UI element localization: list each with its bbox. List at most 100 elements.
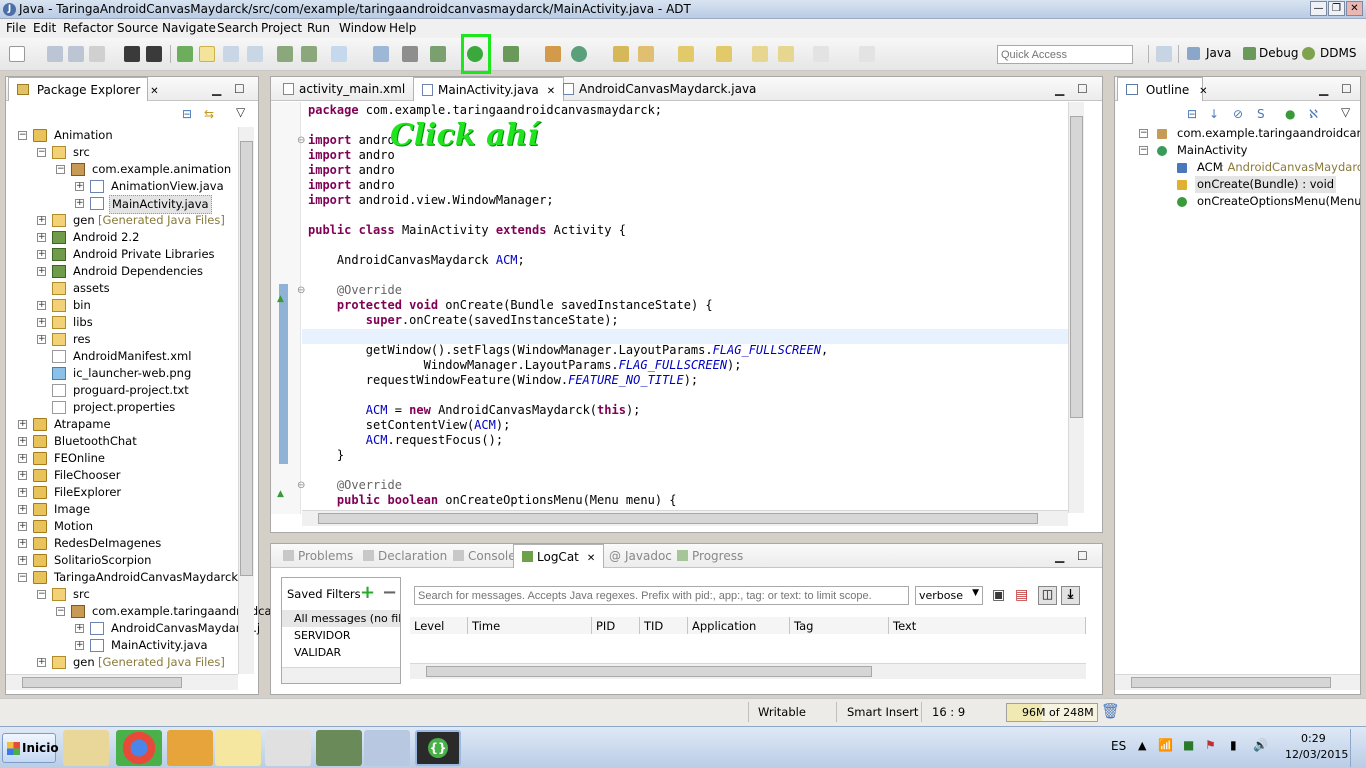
- pin-icon[interactable]: [402, 46, 418, 62]
- tab-progress[interactable]: Progress: [669, 544, 751, 568]
- open-type-icon[interactable]: [613, 46, 629, 62]
- tab-problems[interactable]: Problems: [275, 544, 361, 568]
- save-all-icon[interactable]: [68, 46, 84, 62]
- tree-item[interactable]: project.properties: [37, 399, 226, 416]
- column-text[interactable]: Text: [889, 617, 1086, 634]
- scroll-thumb[interactable]: [240, 141, 253, 576]
- collapse-icon[interactable]: −: [56, 607, 65, 616]
- close-button[interactable]: ✕: [1346, 1, 1363, 16]
- menu-project[interactable]: Project: [261, 21, 302, 35]
- tree-item[interactable]: − com.example.animation: [56, 161, 231, 178]
- tree-item[interactable]: − src: [37, 144, 226, 161]
- scroll-thumb[interactable]: [318, 513, 1038, 524]
- quick-access-input[interactable]: [997, 45, 1133, 64]
- layout-icon[interactable]: [247, 46, 263, 62]
- pin-editor-icon[interactable]: [859, 46, 875, 62]
- view-menu-icon[interactable]: ▽: [1341, 105, 1350, 119]
- column-application[interactable]: Application: [688, 617, 790, 634]
- view-menu-icon[interactable]: ▽: [236, 105, 245, 119]
- tab-logcat[interactable]: LogCat ✕: [513, 544, 605, 568]
- tree-item[interactable]: + FEOnline: [18, 450, 226, 467]
- tree-item[interactable]: + BluetoothChat: [18, 433, 226, 450]
- collapse-icon[interactable]: −: [1139, 129, 1148, 138]
- tab-main-activity-java[interactable]: MainActivity.java ✕: [413, 77, 565, 101]
- menu-search[interactable]: Search: [217, 21, 258, 35]
- tree-item[interactable]: + Image: [18, 501, 226, 518]
- battery-icon[interactable]: ▮: [1230, 738, 1237, 752]
- collapse-icon[interactable]: −: [37, 590, 46, 599]
- emulator-task-icon[interactable]: [316, 730, 362, 766]
- collapse-all-icon[interactable]: ⊟: [1187, 107, 1197, 121]
- new-icon[interactable]: [9, 46, 25, 62]
- tab-android-canvas-maydarck-java[interactable]: AndroidCanvasMaydarck.java: [555, 77, 764, 101]
- column-tag[interactable]: Tag: [790, 617, 889, 634]
- expand-icon[interactable]: +: [75, 624, 84, 633]
- close-icon[interactable]: ✕: [1199, 86, 1207, 97]
- expand-icon[interactable]: +: [18, 556, 27, 565]
- maximize-view-icon[interactable]: ☐: [1077, 82, 1088, 96]
- tree-item[interactable]: ic_launcher-web.png: [37, 365, 226, 382]
- expand-icon[interactable]: +: [18, 454, 27, 463]
- import-icon[interactable]: [124, 46, 140, 62]
- expand-icon[interactable]: +: [37, 301, 46, 310]
- open-perspective-icon[interactable]: [1156, 46, 1172, 62]
- file-explorer-task-icon[interactable]: [63, 730, 109, 766]
- tree-item[interactable]: − com.example.taringaandroidca: [56, 603, 272, 620]
- expand-icon[interactable]: +: [18, 420, 27, 429]
- menu-file[interactable]: File: [6, 21, 26, 35]
- maximize-view-icon[interactable]: ☐: [1077, 549, 1088, 563]
- column-pid[interactable]: PID: [592, 617, 640, 634]
- column-level[interactable]: Level: [410, 617, 468, 634]
- expand-icon[interactable]: +: [18, 539, 27, 548]
- tree-item[interactable]: + FileChooser: [18, 467, 226, 484]
- editor-vertical-scrollbar[interactable]: [1068, 102, 1084, 513]
- filter-validar[interactable]: VALIDAR: [294, 646, 341, 659]
- menu-navigate[interactable]: Navigate: [162, 21, 216, 35]
- tree-item[interactable]: + Android Private Libraries: [37, 246, 226, 263]
- collapse-icon[interactable]: −: [1139, 146, 1148, 155]
- download-icon[interactable]: [277, 46, 293, 62]
- tree-item[interactable]: + Motion: [18, 518, 226, 535]
- expand-icon[interactable]: +: [75, 641, 84, 650]
- calendar-task-icon[interactable]: [265, 730, 311, 766]
- column-time[interactable]: Time: [468, 617, 592, 634]
- outline-item[interactable]: ACM : AndroidCanvasMaydarck: [1177, 159, 1360, 176]
- tree-vertical-scrollbar[interactable]: [238, 127, 254, 674]
- expand-icon[interactable]: +: [75, 199, 84, 208]
- minimize-button[interactable]: —: [1310, 1, 1327, 16]
- column-tid[interactable]: TID: [640, 617, 688, 634]
- run-external-icon[interactable]: [503, 46, 519, 62]
- expand-icon[interactable]: +: [37, 216, 46, 225]
- filters-horizontal-scrollbar[interactable]: [282, 667, 400, 683]
- debug-icon[interactable]: [430, 46, 446, 62]
- tree-item[interactable]: + SolitarioScorpion: [18, 552, 226, 569]
- last-edit-icon[interactable]: [752, 46, 768, 62]
- tree-horizontal-scrollbar[interactable]: [6, 674, 238, 690]
- new-xml-icon[interactable]: [223, 46, 239, 62]
- clock-date[interactable]: 12/03/2015: [1285, 748, 1348, 761]
- security-icon[interactable]: ⚑: [1205, 738, 1216, 752]
- close-icon[interactable]: ✕: [547, 86, 555, 97]
- outline-item[interactable]: onCreate(Bundle) : void: [1177, 176, 1360, 193]
- volume-icon[interactable]: 🔊: [1253, 738, 1268, 752]
- expand-icon[interactable]: +: [37, 318, 46, 327]
- tree-item[interactable]: proguard-project.txt: [37, 382, 226, 399]
- tree-item[interactable]: − Animation: [18, 127, 226, 144]
- network-icon[interactable]: 📶: [1158, 738, 1173, 752]
- expand-icon[interactable]: +: [37, 250, 46, 259]
- tab-declaration[interactable]: Declaration: [355, 544, 455, 568]
- print-icon[interactable]: [89, 46, 105, 62]
- device-icon[interactable]: [301, 46, 317, 62]
- tray-app-icon[interactable]: ■: [1183, 738, 1194, 752]
- close-icon[interactable]: ✕: [587, 553, 595, 564]
- minimize-view-icon[interactable]: ▁: [1055, 82, 1064, 96]
- tree-item[interactable]: + gen [Generated Java Files]: [37, 212, 226, 229]
- outline-item[interactable]: onCreateOptionsMenu(Menu) : b: [1177, 193, 1360, 210]
- tab-package-explorer[interactable]: Package Explorer ✕: [8, 77, 159, 101]
- tree-item[interactable]: − TaringaAndroidCanvasMaydarck: [18, 569, 238, 586]
- toggle-columns-icon[interactable]: ◫: [1038, 586, 1057, 605]
- maximize-view-icon[interactable]: ☐: [1341, 82, 1352, 96]
- heap-status[interactable]: 96M of 248M: [1006, 703, 1098, 722]
- clock-time[interactable]: 0:29: [1301, 732, 1326, 745]
- perspective-debug[interactable]: Debug: [1259, 46, 1298, 60]
